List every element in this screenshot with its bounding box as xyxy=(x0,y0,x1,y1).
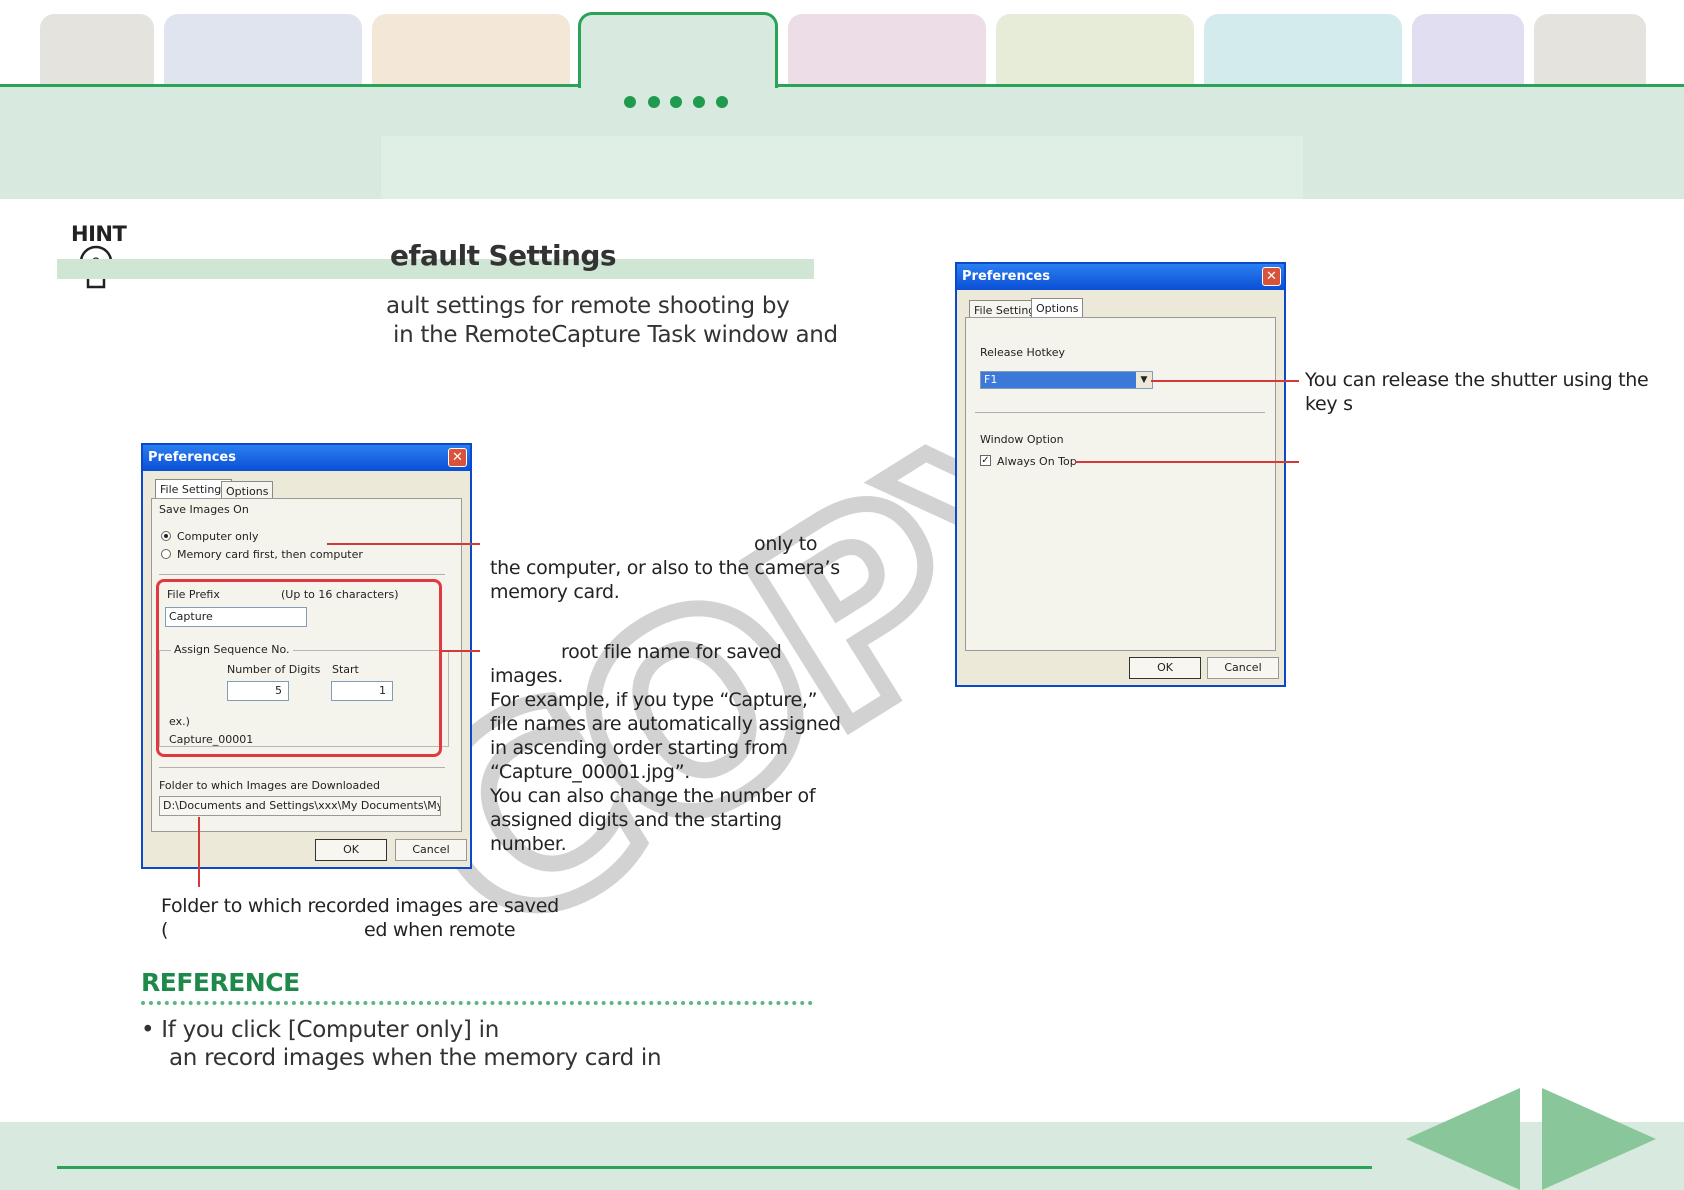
page-dot xyxy=(624,96,636,108)
radio-computer-only-label: Computer only xyxy=(177,530,259,543)
radio-memory-card[interactable] xyxy=(161,549,171,559)
radio-memory-card-label: Memory card first, then computer xyxy=(177,548,363,561)
callout-line-folder xyxy=(198,817,200,887)
reference-dotted-line xyxy=(141,1001,813,1005)
annotation-prefix-l6: “Capture_00001.jpg”. xyxy=(490,761,690,783)
annotation-folder-l2a: ( xyxy=(161,919,169,941)
preferences-dialog-options: Preferences ✕ File Settings Options Rele… xyxy=(955,262,1286,687)
callout-line-radio xyxy=(327,543,480,545)
annotation-prefix-l9: number. xyxy=(490,833,567,855)
tab-1[interactable] xyxy=(40,14,154,84)
radio-computer-only[interactable] xyxy=(161,531,171,541)
annotation-prefix-l7: You can also change the number of xyxy=(490,785,816,807)
tab-6[interactable] xyxy=(1204,14,1402,84)
tab-3[interactable] xyxy=(372,14,570,84)
tab-7[interactable] xyxy=(1412,14,1524,84)
page-dot xyxy=(648,96,660,108)
annotation-prefix-l8: assigned digits and the starting xyxy=(490,809,782,831)
annotation-prefix-l5: in ascending order starting from xyxy=(490,737,788,759)
hotkey-value: F1 xyxy=(984,373,998,386)
callout-line-always-on-top xyxy=(1075,461,1299,463)
tab-options[interactable]: Options xyxy=(1031,298,1084,317)
tab-5[interactable] xyxy=(996,14,1194,84)
hint-label: HINT xyxy=(71,222,127,246)
header-line-left xyxy=(0,84,581,87)
callout-line-prefix xyxy=(441,650,480,652)
annotation-prefix-l2: images. xyxy=(490,665,564,687)
page-dot xyxy=(693,96,705,108)
annotation-hotkey-l2: key s xyxy=(1305,393,1353,415)
arrow-left-icon[interactable] xyxy=(1406,1088,1520,1190)
dialog-title: Preferences xyxy=(143,445,470,471)
footer-line xyxy=(57,1166,1372,1169)
annotation-prefix-l1: root file name for saved xyxy=(561,641,782,663)
dialog-title: Preferences xyxy=(957,264,1284,290)
page-dot xyxy=(670,96,682,108)
save-images-on-label: Save Images On xyxy=(159,503,249,516)
divider xyxy=(159,767,445,768)
header-line-right xyxy=(775,84,1684,87)
annotation-prefix-l3: For example, if you type “Capture,” xyxy=(490,689,818,711)
options-panel xyxy=(965,317,1276,651)
arrow-right-icon[interactable] xyxy=(1542,1088,1656,1190)
page-dot xyxy=(716,96,728,108)
always-on-top-checkbox[interactable]: ✓ xyxy=(980,455,991,466)
cancel-button[interactable]: Cancel xyxy=(395,839,467,861)
annotation-save-l1: only to xyxy=(754,533,818,555)
ok-button[interactable]: OK xyxy=(315,839,387,861)
cancel-button[interactable]: Cancel xyxy=(1207,657,1279,679)
tab-8[interactable] xyxy=(1534,14,1646,84)
folder-path-input[interactable]: D:\Documents and Settings\xxx\My Documen… xyxy=(159,796,441,816)
reference-text-1: • If you click [Computer only] in xyxy=(141,1017,499,1043)
folder-label: Folder to which Images are Downloaded xyxy=(159,779,380,792)
ok-button[interactable]: OK xyxy=(1129,657,1201,679)
release-hotkey-label: Release Hotkey xyxy=(980,346,1066,359)
divider xyxy=(975,412,1265,413)
divider xyxy=(159,574,445,575)
highlight-box xyxy=(156,579,442,757)
reference-title: REFERENCE xyxy=(141,968,300,997)
reference-text-2: an record images when the memory card in xyxy=(169,1045,662,1071)
annotation-save-l3: memory card. xyxy=(490,581,620,603)
always-on-top-label: Always On Top xyxy=(997,455,1077,468)
tab-active[interactable] xyxy=(578,12,778,88)
annotation-save-l2: the computer, or also to the camera’s xyxy=(490,557,840,579)
tab-4[interactable] xyxy=(788,14,986,84)
window-option-label: Window Option xyxy=(980,433,1064,446)
hint-title: efault Settings xyxy=(390,239,617,272)
chevron-down-icon[interactable]: ▼ xyxy=(1136,372,1152,388)
annotation-hotkey-l1: You can release the shutter using the xyxy=(1305,369,1649,391)
close-icon[interactable]: ✕ xyxy=(448,448,467,467)
close-icon[interactable]: ✕ xyxy=(1262,267,1281,286)
hotkey-select[interactable]: F1 ▼ xyxy=(980,371,1153,389)
annotation-folder-l1: Folder to which recorded images are save… xyxy=(161,895,559,917)
preferences-dialog-file-settings: Preferences ✕ File Settings Options Save… xyxy=(141,443,472,869)
hint-text-2: in the RemoteCapture Task window and xyxy=(386,322,838,348)
annotation-prefix-l4: file names are automatically assigned xyxy=(490,713,841,735)
hint-text-1: ault settings for remote shooting by xyxy=(386,293,790,319)
tab-2[interactable] xyxy=(164,14,362,84)
annotation-folder-l2b: ed when remote xyxy=(364,919,516,941)
header-title-area xyxy=(381,136,1303,199)
callout-line-hotkey xyxy=(1151,380,1299,382)
